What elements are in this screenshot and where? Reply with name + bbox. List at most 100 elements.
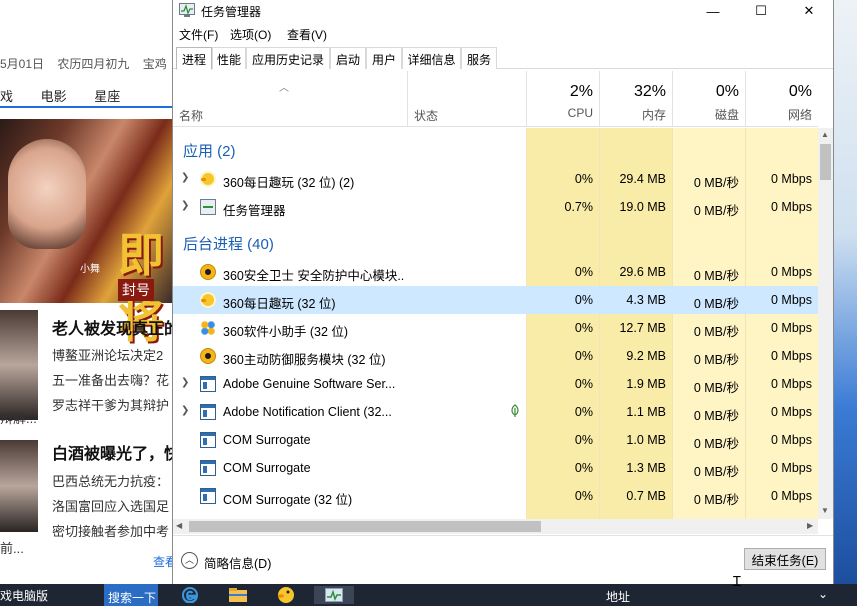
minimize-button[interactable]: — bbox=[689, 0, 737, 22]
group-header[interactable]: 应用 (2) bbox=[173, 134, 818, 162]
news-line[interactable]: 巴西总统无力抗疫： bbox=[52, 471, 169, 490]
nav-item-games[interactable]: 戏 bbox=[0, 89, 13, 104]
title-bar[interactable]: 任务管理器 — ☐ ✕ bbox=[173, 0, 833, 22]
process-row[interactable]: 360软件小助手 (32 位) 0% 12.7 MB 0 MB/秒 0 Mbps bbox=[173, 314, 818, 342]
news-thumbnail[interactable] bbox=[0, 310, 38, 420]
close-button[interactable]: ✕ bbox=[785, 0, 833, 22]
news-thumbnail[interactable] bbox=[0, 440, 38, 532]
process-row[interactable]: ❯ 360每日趣玩 (32 位) (2) 0% 29.4 MB 0 MB/秒 0 Mbps bbox=[173, 165, 818, 193]
horizontal-scroll-thumb[interactable] bbox=[189, 521, 541, 532]
lunar-date-text: 农历四月初九 bbox=[57, 57, 130, 71]
process-row[interactable]: 360安全卫士 安全防护中心模块... 0% 29.6 MB 0 MB/秒 0 Mbps bbox=[173, 258, 818, 286]
tab-services[interactable]: 服务 bbox=[461, 47, 497, 69]
end-task-button[interactable]: 结束任务(E) bbox=[744, 548, 826, 570]
cell-mem: 29.6 MB bbox=[619, 265, 666, 279]
duck-icon bbox=[200, 171, 216, 187]
horizontal-scrollbar[interactable]: ◀ ▶ bbox=[173, 519, 818, 534]
news-line[interactable]: 罗志祥干爹为其辩护 bbox=[52, 395, 169, 414]
news-headline[interactable]: 老人被发现真正的 bbox=[52, 315, 180, 339]
cell-net: 0 Mbps bbox=[771, 293, 812, 307]
scroll-up-arrow-icon[interactable]: ▲ bbox=[821, 130, 829, 139]
tab-performance[interactable]: 性能 bbox=[212, 47, 246, 69]
expand-chevron-icon[interactable]: ❯ bbox=[181, 377, 189, 388]
expand-chevron-icon[interactable]: ❯ bbox=[181, 200, 189, 211]
news-line[interactable]: 洛国富回应入选国足 bbox=[52, 496, 169, 515]
cell-cpu: 0% bbox=[574, 377, 593, 391]
news-headline[interactable]: 白酒被曝光了，快 bbox=[52, 440, 180, 464]
tab-app-history[interactable]: 应用历史记录 bbox=[246, 47, 330, 69]
cell-net: 0 Mbps bbox=[771, 405, 812, 419]
news-line[interactable]: 密切接触者参加中考 bbox=[52, 521, 169, 540]
chevron-down-icon[interactable]: ⌄ bbox=[818, 587, 828, 601]
column-status-header[interactable]: 状态 bbox=[407, 71, 526, 127]
text-cursor-icon: Ɪ bbox=[733, 573, 741, 589]
tab-users[interactable]: 用户 bbox=[366, 47, 402, 69]
process-row[interactable]: ❯ Adobe Genuine Software Ser... 0% 1.9 MB 0 … bbox=[173, 370, 818, 398]
360-fun-duck-icon[interactable] bbox=[276, 586, 296, 604]
process-row[interactable]: ❯ 任务管理器 0.7% 19.0 MB 0 MB/秒 0 Mbps bbox=[173, 193, 818, 221]
maximize-button[interactable]: ☐ bbox=[737, 0, 785, 22]
scroll-right-arrow-icon[interactable]: ▶ bbox=[807, 521, 813, 530]
city-link[interactable]: 宝鸡 bbox=[143, 57, 167, 71]
process-row[interactable]: 360每日趣玩 (32 位) 0% 4.3 MB 0 MB/秒 0 Mbps bbox=[173, 286, 818, 314]
scroll-down-arrow-icon[interactable]: ▼ bbox=[821, 506, 829, 515]
game-poster-image[interactable]: 即将 封号 小舞 bbox=[0, 119, 172, 347]
cell-net: 0 Mbps bbox=[771, 200, 812, 214]
memory-total: 32% bbox=[633, 83, 666, 100]
process-row[interactable]: COM Surrogate 0% 1.0 MB 0 MB/秒 0 Mbps bbox=[173, 426, 818, 454]
portal-nav: 戏 电影 星座 bbox=[0, 86, 144, 105]
edge-icon[interactable] bbox=[180, 586, 200, 604]
process-name: COM Surrogate bbox=[223, 461, 311, 475]
tab-details[interactable]: 详细信息 bbox=[402, 47, 461, 69]
vertical-scrollbar[interactable]: ▲ ▼ bbox=[818, 128, 833, 519]
column-name[interactable]: 名称 bbox=[179, 107, 203, 124]
process-row[interactable]: 360主动防御服务模块 (32 位) 0% 9.2 MB 0 MB/秒 0 Mbps bbox=[173, 342, 818, 370]
news-line[interactable]: 博鳌亚洲论坛决定2 bbox=[52, 345, 163, 364]
cell-mem: 0.7 MB bbox=[626, 489, 666, 503]
process-name: 360每日趣玩 (32 位) (2) bbox=[223, 176, 355, 190]
task-manager-taskbar-icon[interactable] bbox=[314, 586, 354, 604]
cell-disk: 0 MB/秒 bbox=[693, 465, 739, 479]
expand-chevron-icon[interactable]: ❯ bbox=[181, 172, 189, 183]
360-shield-icon bbox=[200, 348, 216, 364]
scroll-left-arrow-icon[interactable]: ◀ bbox=[176, 521, 182, 530]
column-network-header[interactable]: 0% 网络 bbox=[745, 71, 818, 127]
cell-mem: 12.7 MB bbox=[619, 321, 666, 335]
news-foot[interactable]: 辩解... bbox=[0, 408, 37, 427]
window-app-icon bbox=[200, 488, 216, 504]
tab-processes[interactable]: 进程 bbox=[176, 47, 212, 70]
chevron-up-icon[interactable]: ︿ bbox=[181, 552, 198, 569]
nav-item-horoscope[interactable]: 星座 bbox=[94, 89, 120, 104]
menu-view[interactable]: 查看(V) bbox=[287, 26, 327, 43]
desktop-wallpaper-strip bbox=[834, 0, 857, 584]
taskbar-browser-label[interactable]: 戏电脑版 bbox=[0, 587, 48, 604]
cell-mem: 19.0 MB bbox=[619, 200, 666, 214]
leaf-icon bbox=[510, 404, 520, 421]
vertical-scroll-thumb[interactable] bbox=[820, 144, 831, 180]
fewer-details-link[interactable]: 简略信息(D) bbox=[204, 553, 271, 572]
menu-file[interactable]: 文件(F) bbox=[179, 26, 218, 43]
task-manager-icon bbox=[200, 199, 216, 215]
expand-chevron-icon[interactable]: ❯ bbox=[181, 405, 189, 416]
column-cpu-header[interactable]: 2% CPU bbox=[526, 71, 599, 127]
news-line[interactable]: 五一准备出去嗨？花 bbox=[52, 370, 169, 389]
taskbar-address-label[interactable]: 地址 bbox=[606, 588, 630, 605]
sort-arrow-icon: ︿ bbox=[279, 83, 289, 94]
window-app-icon bbox=[200, 404, 216, 420]
process-name: 任务管理器 bbox=[223, 204, 286, 218]
column-disk-header[interactable]: 0% 磁盘 bbox=[672, 71, 745, 127]
news-foot[interactable]: 前... bbox=[0, 538, 24, 557]
tab-startup[interactable]: 启动 bbox=[330, 47, 366, 69]
nav-item-movies[interactable]: 电影 bbox=[41, 89, 67, 104]
process-row[interactable]: ❯ Adobe Notification Client (32... 0% 1.1 M… bbox=[173, 398, 818, 426]
taskbar-search-button[interactable]: 搜索一下 bbox=[104, 584, 158, 606]
process-name: 360安全卫士 安全防护中心模块... bbox=[223, 269, 405, 283]
process-row[interactable]: COM Surrogate 0% 1.3 MB 0 MB/秒 0 Mbps bbox=[173, 454, 818, 482]
group-header[interactable]: 后台进程 (40) bbox=[173, 227, 818, 255]
cell-mem: 1.1 MB bbox=[626, 405, 666, 419]
column-memory-header[interactable]: 32% 内存 bbox=[599, 71, 672, 127]
menu-options[interactable]: 选项(O) bbox=[230, 26, 271, 43]
cpu-total: 2% bbox=[569, 83, 593, 100]
file-explorer-icon[interactable] bbox=[228, 586, 248, 604]
process-row[interactable]: COM Surrogate (32 位) 0% 0.7 MB 0 MB/秒 0 Mbps bbox=[173, 482, 818, 510]
